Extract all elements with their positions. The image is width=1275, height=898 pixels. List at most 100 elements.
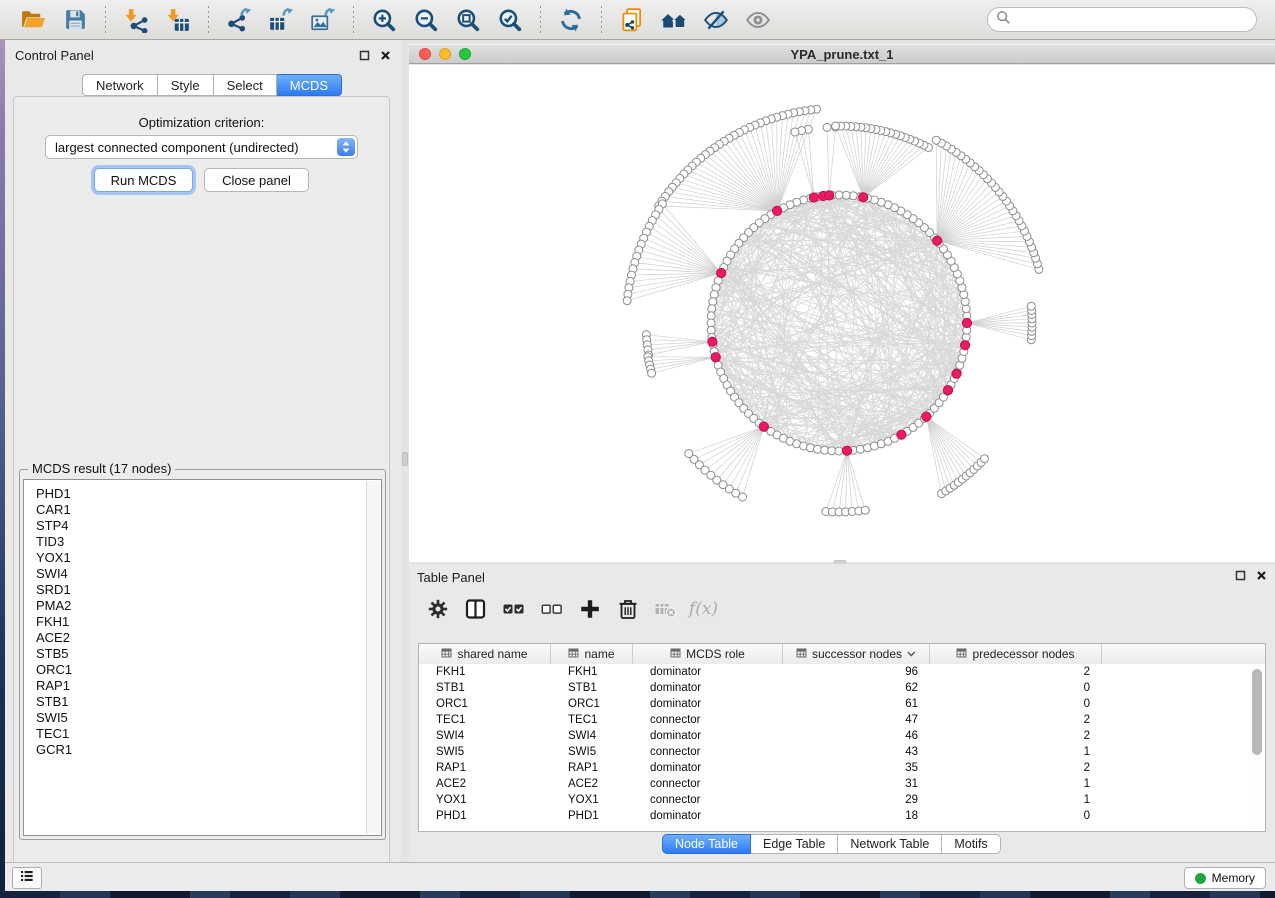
network-canvas[interactable] <box>409 65 1275 562</box>
table-row[interactable]: FKH1FKH1dominator962 <box>419 664 1265 680</box>
node-table[interactable]: shared namenameMCDS rolesuccessor nodesp… <box>418 643 1266 832</box>
import-table-icon[interactable] <box>163 5 193 35</box>
table-row[interactable]: PHD1PHD1dominator180 <box>419 808 1265 824</box>
deselect-all-rows-icon[interactable] <box>539 596 564 622</box>
tab-select[interactable]: Select <box>214 74 277 96</box>
column-header-predecessor-nodes[interactable]: predecessor nodes <box>930 644 1102 664</box>
mcds-result-item[interactable]: STP4 <box>36 518 381 534</box>
column-header-successor-nodes[interactable]: successor nodes <box>783 644 930 664</box>
export-image-icon[interactable] <box>308 5 338 35</box>
save-session-icon[interactable] <box>60 5 90 35</box>
cell-successor-nodes: 47 <box>783 714 930 726</box>
cell-predecessor-nodes: 0 <box>930 810 1102 822</box>
task-history-button[interactable] <box>12 867 42 889</box>
column-type-icon <box>796 647 807 661</box>
tab-style[interactable]: Style <box>158 74 214 96</box>
mcds-result-list[interactable]: PHD1CAR1STP4TID3YOX1SWI4SRD1PMA2FKH1ACE2… <box>23 479 382 836</box>
tab-network-table[interactable]: Network Table <box>838 834 942 854</box>
add-column-icon[interactable] <box>577 596 602 622</box>
select-all-rows-icon[interactable] <box>501 596 526 622</box>
table-settings-icon[interactable] <box>425 596 450 622</box>
table-scrollbar[interactable] <box>1250 665 1263 830</box>
close-panel-icon[interactable] <box>380 48 391 66</box>
cell-MCDS-role: dominator <box>633 810 783 822</box>
mcds-result-item[interactable]: SRD1 <box>36 582 381 598</box>
table-row[interactable]: YOX1YOX1connector291 <box>419 792 1265 808</box>
mcds-result-item[interactable]: SWI4 <box>36 566 381 582</box>
tab-node-table[interactable]: Node Table <box>662 834 751 854</box>
tab-edge-table[interactable]: Edge Table <box>751 834 838 854</box>
mcds-result-item[interactable]: CAR1 <box>36 502 381 518</box>
tab-network[interactable]: Network <box>82 74 158 96</box>
memory-status-icon <box>1195 873 1206 884</box>
close-panel-button[interactable]: Close panel <box>204 168 309 192</box>
table-row[interactable]: TEC1TEC1connector472 <box>419 712 1265 728</box>
zoom-selected-icon[interactable] <box>495 5 525 35</box>
mcds-list-scrollbar[interactable] <box>366 481 380 834</box>
table-row[interactable]: SWI5SWI5connector431 <box>419 744 1265 760</box>
export-table-icon[interactable] <box>266 5 296 35</box>
column-header-MCDS-role[interactable]: MCDS role <box>633 644 783 664</box>
mcds-result-item[interactable]: PMA2 <box>36 598 381 614</box>
delete-column-icon[interactable] <box>615 596 640 622</box>
cell-successor-nodes: 29 <box>783 794 930 806</box>
float-panel-icon[interactable] <box>359 48 370 66</box>
panel-splitter[interactable] <box>401 40 409 862</box>
mcds-result-item[interactable]: FKH1 <box>36 614 381 630</box>
mcds-result-item[interactable]: ACE2 <box>36 630 381 646</box>
mcds-result-item[interactable]: YOX1 <box>36 550 381 566</box>
cell-MCDS-role: connector <box>633 714 783 726</box>
tab-motifs[interactable]: Motifs <box>942 834 1000 854</box>
cell-predecessor-nodes: 0 <box>930 698 1102 710</box>
table-panel: Table Panel f(x) shared namenameMCDS rol… <box>409 564 1275 862</box>
status-bar: Memory <box>5 862 1275 891</box>
search-box[interactable] <box>987 7 1257 32</box>
search-input[interactable] <box>1016 13 1248 27</box>
table-row[interactable]: RAP1RAP1dominator352 <box>419 760 1265 776</box>
mcds-result-item[interactable]: TEC1 <box>36 726 381 742</box>
network-window-titlebar[interactable]: YPA_prune.txt_1 <box>409 44 1275 64</box>
table-row[interactable]: SWI4SWI4dominator462 <box>419 728 1265 744</box>
hide-selected-icon[interactable] <box>701 5 731 35</box>
toolbar-separator <box>105 6 106 34</box>
cell-MCDS-role: dominator <box>633 730 783 742</box>
zoom-fit-icon[interactable] <box>453 5 483 35</box>
column-header-name[interactable]: name <box>551 644 633 664</box>
mcds-result-item[interactable]: GCR1 <box>36 742 381 758</box>
mcds-result-item[interactable]: STB5 <box>36 646 381 662</box>
column-header-shared-name[interactable]: shared name <box>419 644 551 664</box>
export-network-icon[interactable] <box>224 5 254 35</box>
close-table-panel-icon[interactable] <box>1256 568 1267 586</box>
mcds-result-item[interactable]: SWI5 <box>36 710 381 726</box>
show-columns-icon[interactable] <box>463 596 488 622</box>
mcds-result-item[interactable]: STB1 <box>36 694 381 710</box>
table-row[interactable]: STB1STB1dominator620 <box>419 680 1265 696</box>
mcds-result-item[interactable]: PHD1 <box>36 486 381 502</box>
table-scrollbar-thumb[interactable] <box>1252 669 1262 755</box>
show-all-icon[interactable] <box>743 5 773 35</box>
float-table-panel-icon[interactable] <box>1235 568 1246 586</box>
refresh-layout-icon[interactable] <box>556 5 586 35</box>
zoom-out-icon[interactable] <box>411 5 441 35</box>
share-document-icon[interactable] <box>617 5 647 35</box>
cell-name: YOX1 <box>551 794 633 806</box>
tab-mcds[interactable]: MCDS <box>277 74 342 96</box>
cell-shared-name: RAP1 <box>419 762 551 774</box>
cell-MCDS-role: dominator <box>633 682 783 694</box>
cell-shared-name: YOX1 <box>419 794 551 806</box>
cell-MCDS-role: dominator <box>633 666 783 678</box>
splitter-handle[interactable] <box>402 452 408 466</box>
memory-button[interactable]: Memory <box>1184 867 1266 889</box>
mcds-result-item[interactable]: RAP1 <box>36 678 381 694</box>
mcds-result-item[interactable]: TID3 <box>36 534 381 550</box>
mcds-result-item[interactable]: ORC1 <box>36 662 381 678</box>
first-neighbors-icon[interactable] <box>659 5 689 35</box>
table-row[interactable]: ORC1ORC1dominator610 <box>419 696 1265 712</box>
run-mcds-button[interactable]: Run MCDS <box>94 168 193 192</box>
criterion-dropdown[interactable]: largest connected component (undirected) <box>45 135 358 159</box>
zoom-in-icon[interactable] <box>369 5 399 35</box>
table-row[interactable]: ACE2ACE2connector311 <box>419 776 1265 792</box>
import-network-icon[interactable] <box>121 5 151 35</box>
cell-predecessor-nodes: 0 <box>930 682 1102 694</box>
open-file-icon[interactable] <box>18 5 48 35</box>
